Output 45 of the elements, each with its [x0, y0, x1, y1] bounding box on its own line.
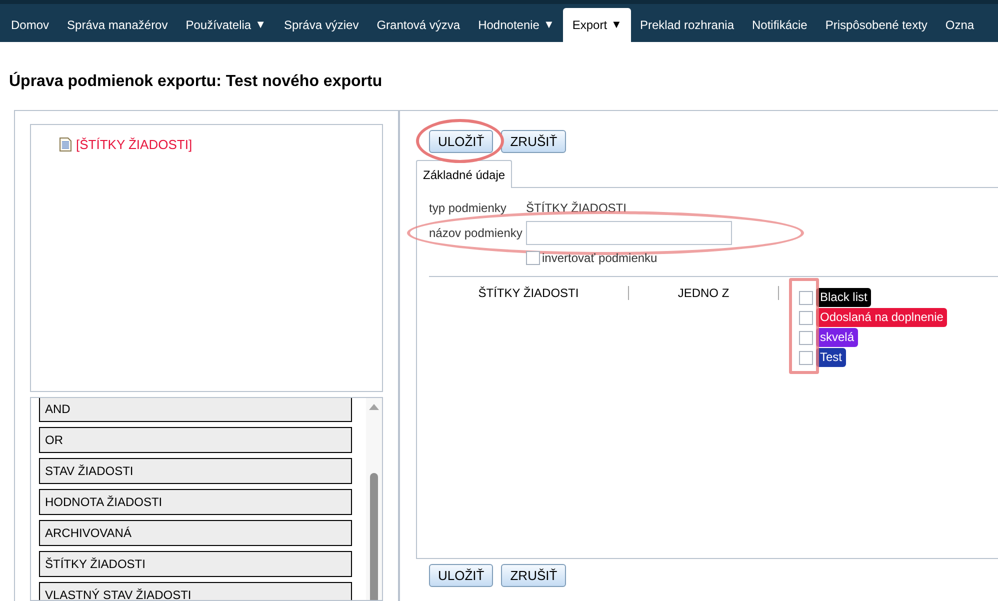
- palette-item[interactable]: HODNOTA ŽIADOSTI: [39, 489, 352, 515]
- tag-label: Black list: [816, 288, 872, 307]
- action-button[interactable]: ZRUŠIŤ: [501, 564, 566, 587]
- action-button[interactable]: ULOŽIŤ: [429, 564, 494, 587]
- nav-tab[interactable]: Grantová výzva: [368, 8, 470, 42]
- action-button[interactable]: ULOŽIŤ: [429, 130, 494, 153]
- palette-item[interactable]: VLASTNÝ STAV ŽIADOSTI: [39, 582, 352, 600]
- palette-item[interactable]: AND: [39, 398, 352, 422]
- checkbox[interactable]: [799, 350, 813, 364]
- input-field[interactable]: [526, 221, 732, 245]
- tab[interactable]: Základné údaje: [416, 160, 512, 188]
- palette-item[interactable]: ARCHIVOVANÁ: [39, 520, 352, 546]
- page-title: Úprava podmienok exportu: Test nového exportu: [9, 70, 384, 92]
- nav-tab[interactable]: Prispôsobené texty: [816, 8, 936, 42]
- nav-tab[interactable]: Hodnotenie ▼: [469, 8, 564, 42]
- nav-tab[interactable]: Ozna: [936, 8, 984, 42]
- palette-item[interactable]: ŠTÍTKY ŽIADOSTI: [39, 551, 352, 577]
- document-icon: [59, 137, 72, 152]
- field-label: typ podmienky: [429, 200, 508, 217]
- nav-tab[interactable]: Správa výziev: [275, 8, 368, 42]
- nav-tab[interactable]: Domov: [2, 8, 58, 42]
- field-value: ŠTÍTKY ŽIADOSTI: [526, 200, 626, 217]
- scroll-thumb[interactable]: [370, 473, 378, 600]
- column-header: ŠTÍTKY ŽIADOSTI: [429, 286, 629, 300]
- checkbox[interactable]: [799, 330, 813, 344]
- nav-tab[interactable]: Správa manažérov: [58, 8, 177, 42]
- tag-label: skvelá: [816, 328, 858, 347]
- column-header: JEDNO Z: [629, 286, 779, 300]
- nav-tab[interactable]: Používatelia ▼: [176, 8, 275, 42]
- tree-node[interactable]: [ŠTÍTKY ŽIADOSTI]: [76, 135, 192, 154]
- scroll-up-icon[interactable]: [369, 404, 379, 410]
- tag-label: Odoslaná na doplnenie: [816, 308, 948, 327]
- nav-tab[interactable]: Notifikácie: [743, 8, 816, 42]
- palette-item[interactable]: OR: [39, 427, 352, 453]
- field-label: názov podmienky: [429, 225, 524, 242]
- checkbox[interactable]: [799, 310, 813, 324]
- checkbox-label: invertovať podmienku: [542, 250, 658, 267]
- scrollbar[interactable]: [366, 398, 382, 600]
- checkbox[interactable]: [799, 290, 813, 304]
- nav-tab[interactable]: Preklad rozhrania: [630, 8, 743, 42]
- palette-item[interactable]: STAV ŽIADOSTI: [39, 458, 352, 484]
- checkbox[interactable]: [526, 251, 540, 265]
- action-button[interactable]: ZRUŠIŤ: [501, 130, 566, 153]
- tag-label: Test: [816, 348, 846, 367]
- nav-tab[interactable]: Export ▼: [563, 8, 631, 42]
